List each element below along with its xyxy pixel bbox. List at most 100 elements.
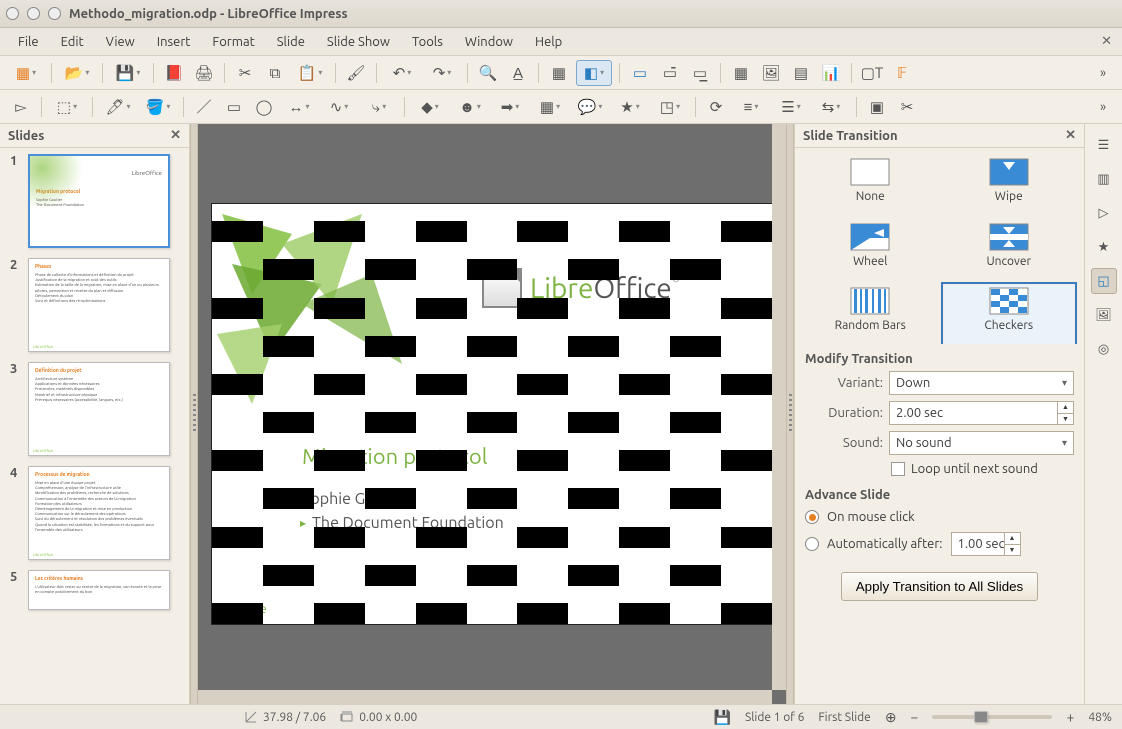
open-button[interactable]: 📂 <box>59 60 95 86</box>
advance-auto-spinner[interactable]: 1.00 sec ▲▼ <box>951 532 1021 556</box>
close-document-icon[interactable]: ✕ <box>1101 34 1112 49</box>
start-current-button[interactable]: ▭̲ <box>687 60 713 86</box>
insert-image-button[interactable]: 🖼 <box>758 60 784 86</box>
menu-view[interactable]: View <box>96 31 145 53</box>
duration-spinner[interactable]: 2.00 sec ▲▼ <box>889 401 1074 425</box>
transition-wipe[interactable]: Wipe <box>944 156 1075 215</box>
master-effects-icon[interactable]: ★ <box>1091 234 1117 260</box>
arrow-line-tool[interactable]: ↔ <box>281 94 317 120</box>
transition-checkers[interactable]: Checkers <box>944 285 1075 344</box>
3d-tool[interactable]: ◳ <box>652 94 688 120</box>
duration-up[interactable]: ▲ <box>1057 402 1073 414</box>
zoom-slider[interactable] <box>932 715 1052 719</box>
menu-window[interactable]: Window <box>455 31 523 53</box>
close-window-icon[interactable] <box>6 7 19 20</box>
connector-tool[interactable]: ⤷ <box>361 94 397 120</box>
navigator-icon[interactable]: ◎ <box>1091 336 1117 362</box>
select-tool[interactable]: ▻ <box>8 94 34 120</box>
transition-panel-close-icon[interactable]: ✕ <box>1065 128 1076 143</box>
text-box-button[interactable]: ▢T <box>859 60 885 86</box>
menu-file[interactable]: File <box>8 31 49 53</box>
basic-shapes-tool[interactable]: ◆ <box>412 94 448 120</box>
fit-page-icon[interactable]: ⊕ <box>885 709 897 726</box>
gallery-icon[interactable]: 🖼 <box>1091 302 1117 328</box>
slide-thumb[interactable]: 4 Processus de migration Mise en place d… <box>10 466 185 560</box>
save-button[interactable]: 💾 <box>110 60 146 86</box>
slide-canvas-area[interactable]: LibreOffice® Migration protocol Sophie G… <box>198 124 786 704</box>
fill-color-button[interactable]: 🪣 <box>140 94 176 120</box>
redo-button[interactable]: ↷ <box>424 60 460 86</box>
display-views-button[interactable]: ◧ <box>576 60 612 86</box>
insert-chart-button[interactable]: 📊 <box>818 60 844 86</box>
transition-uncover[interactable]: Uncover <box>944 221 1075 280</box>
line-color-button[interactable]: 🖊 <box>100 94 136 120</box>
slide-canvas[interactable]: LibreOffice® Migration protocol Sophie G… <box>212 204 772 624</box>
minimize-window-icon[interactable] <box>27 7 40 20</box>
transition-random-bars[interactable]: Random Bars <box>805 285 936 344</box>
shadow-tool[interactable]: ▣ <box>864 94 890 120</box>
slide-thumb[interactable]: 2 Phases Phase de collecte d'information… <box>10 258 185 352</box>
sound-select[interactable]: No sound <box>889 431 1074 455</box>
menu-edit[interactable]: Edit <box>51 31 94 53</box>
insert-av-button[interactable]: ▤ <box>788 60 814 86</box>
print-button[interactable]: 🖨 <box>191 60 217 86</box>
flowchart-tool[interactable]: ▦ <box>532 94 568 120</box>
copy-button[interactable]: ⧉ <box>262 60 288 86</box>
properties-icon[interactable]: ☰ <box>1091 132 1117 158</box>
apply-all-button[interactable]: Apply Transition to All Slides <box>841 572 1038 601</box>
canvas-hscroll[interactable] <box>198 690 772 704</box>
menu-insert[interactable]: Insert <box>147 31 201 53</box>
insert-table-button[interactable]: ▦ <box>728 60 754 86</box>
slide-transition-icon[interactable]: ◱ <box>1091 268 1117 294</box>
align-tool[interactable]: ≡ <box>733 94 769 120</box>
variant-select[interactable]: Down <box>889 371 1074 395</box>
fontwork-button[interactable]: 𝔽 <box>889 60 915 86</box>
start-first-button[interactable]: ▭̄ <box>657 60 683 86</box>
menu-slideshow[interactable]: Slide Show <box>317 31 400 53</box>
line-tool[interactable]: ／ <box>191 94 217 120</box>
arrange-tool[interactable]: ☰ <box>773 94 809 120</box>
curve-tool[interactable]: ∿ <box>321 94 357 120</box>
advance-on-click-radio[interactable] <box>805 510 819 524</box>
zoom-in-icon[interactable]: + <box>1066 709 1074 725</box>
splitter-left[interactable] <box>190 124 198 704</box>
transition-wheel[interactable]: Wheel <box>805 221 936 280</box>
undo-button[interactable]: ↶ <box>384 60 420 86</box>
callout-tool[interactable]: 💬 <box>572 94 608 120</box>
slide-thumb[interactable]: 5 Les critères humains L'utilisateur doi… <box>10 570 185 610</box>
splitter-right[interactable] <box>786 124 794 704</box>
slide-templates-icon[interactable]: ▥ <box>1091 166 1117 192</box>
duration-down[interactable]: ▼ <box>1057 414 1073 425</box>
block-arrows-tool[interactable]: ➡ <box>492 94 528 120</box>
loop-sound-checkbox[interactable] <box>891 462 905 476</box>
slide-thumb[interactable]: 1 LibreOffice Migration protocol Sophie … <box>10 154 185 248</box>
zoom-tool[interactable]: ⬚ <box>49 94 85 120</box>
crop-tool[interactable]: ✂ <box>894 94 920 120</box>
menu-slide[interactable]: Slide <box>267 31 315 53</box>
maximize-window-icon[interactable] <box>48 7 61 20</box>
clone-format-button[interactable]: 🖌 <box>343 60 369 86</box>
menu-help[interactable]: Help <box>525 31 572 53</box>
spellcheck-button[interactable]: A̲ <box>505 60 531 86</box>
menu-tools[interactable]: Tools <box>402 31 453 53</box>
symbol-shapes-tool[interactable]: ☻ <box>452 94 488 120</box>
toolbar2-overflow[interactable]: » <box>1090 94 1116 120</box>
new-doc-button[interactable]: ▦ <box>8 60 44 86</box>
ellipse-tool[interactable]: ◯ <box>251 94 277 120</box>
custom-animation-icon[interactable]: ▷ <box>1091 200 1117 226</box>
slide-thumb[interactable]: 3 Définition du projet Architecture syst… <box>10 362 185 456</box>
toolbar-overflow[interactable]: » <box>1090 60 1116 86</box>
master-slide-button[interactable]: ▭ <box>627 60 653 86</box>
canvas-vscroll[interactable] <box>772 124 786 690</box>
grid-button[interactable]: ▦ <box>546 60 572 86</box>
rect-tool[interactable]: ▭ <box>221 94 247 120</box>
slide-thumbs-list[interactable]: 1 LibreOffice Migration protocol Sophie … <box>0 148 189 704</box>
stars-tool[interactable]: ★ <box>612 94 648 120</box>
zoom-out-icon[interactable]: − <box>911 709 919 725</box>
export-pdf-button[interactable]: 📕 <box>161 60 187 86</box>
advance-auto-radio[interactable] <box>805 537 819 551</box>
slides-panel-close-icon[interactable]: ✕ <box>170 128 181 143</box>
cut-button[interactable]: ✂ <box>232 60 258 86</box>
rotate-tool[interactable]: ⟳ <box>703 94 729 120</box>
menu-format[interactable]: Format <box>202 31 264 53</box>
